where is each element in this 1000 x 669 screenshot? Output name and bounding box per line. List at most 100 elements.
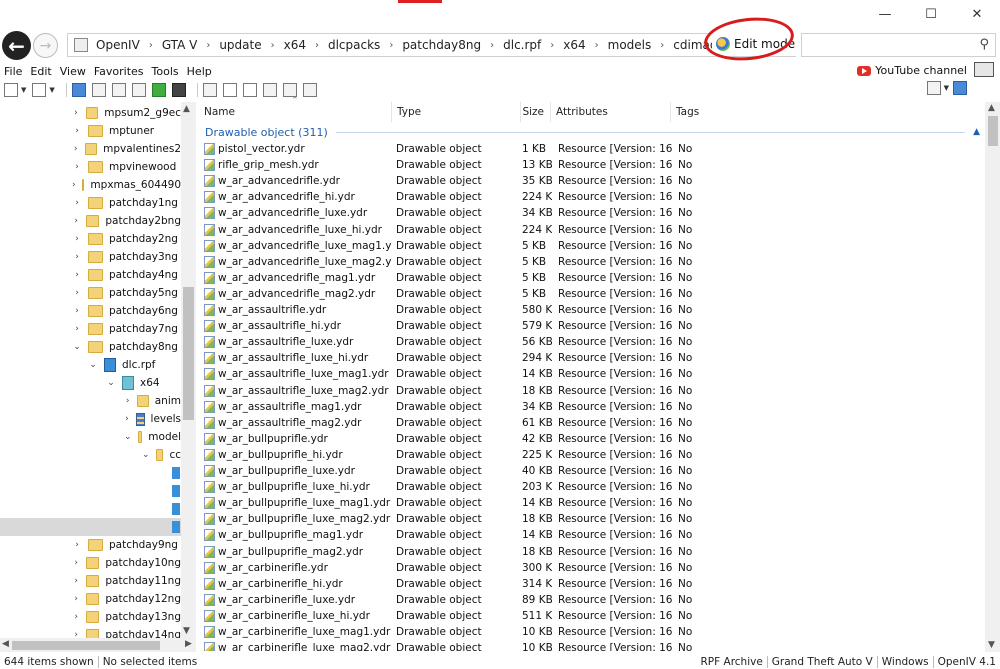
dropdown-arrow-icon[interactable]: ▼ <box>49 86 54 94</box>
breadcrumb-item[interactable]: patchday8ng <box>399 38 484 52</box>
tree-item[interactable]: ⌄ patchday8ng <box>0 338 181 356</box>
table-row[interactable]: w_ar_advancedrifle_luxe.ydr Drawable obje… <box>199 205 985 221</box>
window-layout-button[interactable] <box>974 62 994 77</box>
menu-item[interactable]: Edit <box>26 65 55 78</box>
table-row[interactable]: pistol_vector.ydr Drawable object 1 KB Reso… <box>199 141 985 157</box>
address-bar[interactable]: OpenIV › GTA V › update › x64 › dlcpacks › patchda… <box>67 33 796 57</box>
chevron-right-icon[interactable]: › <box>309 40 325 51</box>
chevron-down-icon[interactable]: ⌄ <box>106 378 116 388</box>
tree-item[interactable] <box>0 464 181 482</box>
save-icon[interactable] <box>171 83 186 97</box>
tree-item[interactable]: › patchday1ng <box>0 194 181 212</box>
chevron-right-icon[interactable]: › <box>72 630 80 638</box>
file-name-cell[interactable]: w_ar_bullpuprifle_hi.ydr <box>199 448 392 461</box>
tree-item[interactable]: › mptuner <box>0 122 181 140</box>
file-name-cell[interactable]: w_ar_advancedrifle_luxe.ydr <box>199 207 392 220</box>
table-row[interactable]: w_ar_assaultrifle_luxe_hi.ydr Drawable ob… <box>199 350 985 366</box>
menu-item[interactable]: Help <box>183 65 216 78</box>
back-button[interactable]: ← <box>2 31 31 60</box>
tree-item[interactable]: › anim <box>0 392 181 410</box>
table-row[interactable]: rifle_grip_mesh.ydr Drawable object 13 KB R… <box>199 157 985 173</box>
tree-item[interactable] <box>0 500 181 518</box>
file-list-scrollbar[interactable] <box>985 102 1000 652</box>
table-row[interactable]: w_ar_advancedrifle_luxe_mag1.ydr Drawable… <box>199 238 985 254</box>
file-name-cell[interactable]: w_ar_advancedrifle_luxe_mag1.ydr <box>199 239 392 252</box>
chevron-right-icon[interactable]: › <box>383 40 399 51</box>
chevron-right-icon[interactable]: › <box>72 162 82 172</box>
file-name-cell[interactable]: w_ar_bullpuprifle_luxe_mag2.ydr <box>199 513 392 526</box>
file-name-cell[interactable]: pistol_vector.ydr <box>199 143 392 155</box>
breadcrumb-item[interactable]: dlc.rpf <box>500 38 544 52</box>
file-name-cell[interactable]: w_ar_advancedrifle.ydr <box>199 175 392 188</box>
table-row[interactable]: w_ar_bullpuprifle_luxe.ydr Drawable objec… <box>199 463 985 479</box>
tree-item[interactable] <box>0 482 181 500</box>
file-name-cell[interactable]: w_ar_assaultrifle_luxe.ydr <box>199 336 392 349</box>
breadcrumb-item[interactable]: GTA V <box>159 38 201 52</box>
tree-scroll-thumb[interactable] <box>183 287 194 420</box>
file-name-cell[interactable]: w_ar_assaultrifle_luxe_mag2.ydr <box>199 384 392 397</box>
chevron-right-icon[interactable]: › <box>72 144 79 154</box>
forward-button[interactable]: → <box>33 33 58 58</box>
tree-item[interactable]: › patchday5ng <box>0 284 181 302</box>
breadcrumb-item[interactable]: x64 <box>281 38 309 52</box>
tree-item[interactable]: › patchday10ng <box>0 554 181 572</box>
table-row[interactable]: w_ar_advancedrifle_mag2.ydr Drawable obje… <box>199 286 985 302</box>
file-name-cell[interactable]: w_ar_advancedrifle_luxe_mag2.ydr <box>199 255 392 268</box>
replace-icon[interactable] <box>282 83 297 97</box>
menu-item[interactable]: Tools <box>148 65 183 78</box>
file-name-cell[interactable]: w_ar_advancedrifle_hi.ydr <box>199 191 392 204</box>
file-name-cell[interactable]: w_ar_carbinerifle_luxe_mag1.ydr <box>199 626 392 638</box>
chevron-up-icon[interactable]: ▲ <box>973 127 980 137</box>
tree-item[interactable]: › levels <box>0 410 181 428</box>
table-row[interactable]: w_ar_bullpuprifle_luxe_hi.ydr Drawable ob… <box>199 479 985 495</box>
file-name-cell[interactable]: rifle_grip_mesh.ydr <box>199 159 392 172</box>
file-name-cell[interactable]: w_ar_assaultrifle_mag1.ydr <box>199 400 392 413</box>
chevron-right-icon[interactable]: › <box>72 288 82 298</box>
chevron-right-icon[interactable]: › <box>72 558 80 568</box>
chevron-right-icon[interactable]: › <box>654 40 670 51</box>
file-name-cell[interactable]: w_ar_carbinerifle_hi.ydr <box>199 577 392 590</box>
table-row[interactable]: w_ar_assaultrifle_luxe_mag2.ydr Drawable … <box>199 383 985 399</box>
tree-item[interactable]: › patchday9ng <box>0 536 181 554</box>
chevron-right-icon[interactable]: › <box>72 594 80 604</box>
tree-item[interactable]: › patchday3ng <box>0 248 181 266</box>
table-row[interactable]: w_ar_assaultrifle.ydr Drawable object 580 … <box>199 302 985 318</box>
file-list-scroll-thumb[interactable] <box>988 116 998 146</box>
column-name[interactable]: Name <box>199 102 392 122</box>
close-button[interactable]: ✕ <box>954 0 1000 28</box>
table-row[interactable]: w_ar_bullpuprifle_luxe_mag1.ydr Drawable … <box>199 495 985 511</box>
table-row[interactable]: w_ar_bullpuprifle.ydr Drawable object 42 K… <box>199 431 985 447</box>
tree-item[interactable]: › patchday12ng <box>0 590 181 608</box>
chevron-right-icon[interactable]: › <box>124 396 131 406</box>
table-row[interactable]: w_ar_assaultrifle_luxe.ydr Drawable objec… <box>199 334 985 350</box>
tree-item[interactable]: › patchday4ng <box>0 266 181 284</box>
tree-item[interactable]: › patchday7ng <box>0 320 181 338</box>
menu-item[interactable]: View <box>56 65 90 78</box>
file-name-cell[interactable]: w_ar_assaultrifle_hi.ydr <box>199 320 392 333</box>
scroll-up-icon[interactable]: ▲ <box>988 103 995 113</box>
file-name-cell[interactable]: w_ar_advancedrifle_mag1.ydr <box>199 271 392 284</box>
chevron-right-icon[interactable]: › <box>72 216 80 226</box>
chevron-right-icon[interactable]: › <box>72 198 82 208</box>
scroll-up-icon[interactable]: ▲ <box>183 104 190 114</box>
file-name-cell[interactable]: w_ar_assaultrifle_luxe_mag1.ydr <box>199 368 392 381</box>
tree-item[interactable]: ⌄ cc <box>0 446 181 464</box>
table-row[interactable]: w_ar_assaultrifle_mag1.ydr Drawable objec… <box>199 399 985 415</box>
table-row[interactable]: w_ar_advancedrifle.ydr Drawable object 35 … <box>199 173 985 189</box>
chevron-right-icon[interactable]: › <box>72 612 80 622</box>
file-name-cell[interactable]: w_ar_assaultrifle.ydr <box>199 304 392 316</box>
file-name-cell[interactable]: w_ar_bullpuprifle_mag2.ydr <box>199 545 392 558</box>
table-row[interactable]: w_ar_carbinerifle_hi.ydr Drawable object 3… <box>199 576 985 592</box>
chevron-right-icon[interactable]: › <box>72 126 82 136</box>
chevron-right-icon[interactable]: › <box>72 108 80 118</box>
tree-item[interactable]: › patchday13ng <box>0 608 181 626</box>
preview-pane-icon[interactable] <box>953 81 967 95</box>
table-row[interactable]: w_ar_advancedrifle_luxe_mag2.ydr Drawable… <box>199 254 985 270</box>
column-attributes[interactable]: Attributes <box>551 102 671 122</box>
file-name-cell[interactable]: w_ar_assaultrifle_mag2.ydr <box>199 416 392 429</box>
preview-icon[interactable] <box>202 83 217 97</box>
table-row[interactable]: w_ar_assaultrifle_hi.ydr Drawable object 5… <box>199 318 985 334</box>
document-icon[interactable] <box>222 83 237 97</box>
tree-item[interactable]: ⌄ dlc.rpf <box>0 356 181 374</box>
youtube-channel-link[interactable]: YouTube channel <box>857 64 967 77</box>
